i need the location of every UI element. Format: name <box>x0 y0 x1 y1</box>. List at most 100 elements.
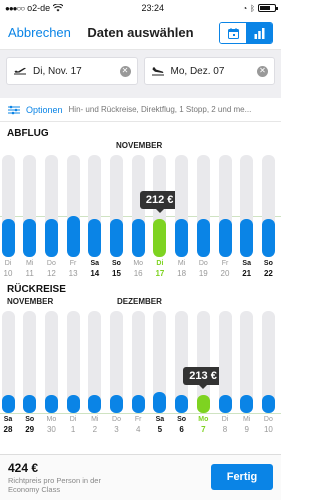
bar-fill <box>153 219 167 257</box>
price-bar[interactable] <box>240 155 254 257</box>
clear-return-icon[interactable]: ✕ <box>257 65 268 77</box>
weekday-label: Di <box>221 416 229 423</box>
day-label[interactable]: Mi 11 <box>19 259 41 279</box>
chart-baseline <box>0 413 281 414</box>
day-label[interactable]: Fr 4 <box>127 415 149 435</box>
day-label[interactable]: Mi 9 <box>236 415 258 435</box>
bar-fill <box>131 394 145 413</box>
day-label[interactable]: Di 10 <box>0 259 19 279</box>
price-bar[interactable] <box>261 311 275 413</box>
price-bar[interactable] <box>110 311 123 413</box>
bar-fill <box>44 394 58 413</box>
price-bar[interactable] <box>66 155 80 257</box>
price-bar[interactable] <box>240 311 254 413</box>
month-label: NOVEMBER <box>7 297 54 306</box>
weekday-label: Mo <box>133 260 144 267</box>
clock: 23:24 <box>141 3 165 13</box>
day-label[interactable]: Fr 20 <box>214 259 236 279</box>
price-bar[interactable] <box>66 311 80 413</box>
day-label[interactable]: Fr 13 <box>62 259 84 279</box>
price-bar[interactable] <box>1 311 15 413</box>
bar-fill <box>175 394 189 413</box>
day-number: 7 <box>201 425 206 434</box>
price-bar[interactable] <box>1 155 15 257</box>
price-bar[interactable] <box>261 155 275 257</box>
price-bar[interactable] <box>23 155 37 257</box>
bar-fill <box>240 219 254 257</box>
price-bar[interactable] <box>110 155 123 257</box>
price-bar[interactable] <box>175 311 189 413</box>
outbound-bars: 212 € <box>0 152 281 257</box>
day-label[interactable]: So 29 <box>19 415 41 435</box>
price-bar[interactable] <box>218 311 232 413</box>
price-bar[interactable] <box>196 155 210 257</box>
bar-fill <box>66 394 80 413</box>
bar-fill <box>44 219 58 257</box>
day-number: 13 <box>68 269 78 278</box>
outbound-date-field[interactable]: Di, Nov. 17 ✕ <box>6 57 138 85</box>
price-bar[interactable] <box>88 311 102 413</box>
plane-departure-icon <box>14 67 26 75</box>
bar-fill <box>175 219 189 257</box>
day-label[interactable]: Sa 28 <box>0 415 19 435</box>
day-label[interactable]: Mo 7 <box>192 415 214 435</box>
day-label[interactable]: Di 1 <box>62 415 84 435</box>
weekday-label: Sa <box>90 260 100 267</box>
day-label[interactable]: Di 17 <box>149 259 171 279</box>
price-bar[interactable] <box>88 155 102 257</box>
return-bars: 213 € <box>0 308 281 414</box>
price-bar[interactable] <box>23 311 37 413</box>
day-label[interactable]: Sa 5 <box>149 415 171 435</box>
day-label[interactable]: Sa 21 <box>236 259 258 279</box>
weekday-label: Mi <box>25 260 34 267</box>
day-label[interactable]: Do 12 <box>40 259 62 279</box>
day-label[interactable]: Mi 2 <box>84 415 106 435</box>
bar-fill <box>1 219 15 257</box>
price-bar[interactable] <box>44 155 58 257</box>
day-label[interactable]: So 6 <box>171 415 193 435</box>
day-number: 8 <box>222 425 228 434</box>
day-label[interactable]: Mo 30 <box>40 415 62 435</box>
day-number: 3 <box>114 425 119 434</box>
price-bar[interactable] <box>131 311 145 413</box>
weekday-label: Fr <box>134 416 142 423</box>
price-bar[interactable] <box>218 155 232 257</box>
day-label[interactable]: Mi 18 <box>171 259 193 279</box>
selected-price-tooltip: 212 € <box>139 191 180 214</box>
day-number: 18 <box>177 269 187 278</box>
day-label[interactable]: Di 8 <box>214 415 236 435</box>
day-label[interactable]: So 22 <box>257 259 279 279</box>
bar-fill <box>1 394 15 413</box>
day-label[interactable]: So 15 <box>106 259 128 279</box>
day-label[interactable]: Do 3 <box>106 415 128 435</box>
done-button[interactable]: Fertig <box>211 464 273 490</box>
price-bar[interactable] <box>175 155 189 257</box>
price-bar[interactable] <box>153 311 167 413</box>
wifi-icon <box>53 4 64 12</box>
cancel-button[interactable]: Abbrechen <box>8 25 71 40</box>
options-row[interactable]: Optionen Hin- und Rückreise, Direktflug,… <box>0 98 281 122</box>
day-label[interactable]: Mo 16 <box>127 259 149 279</box>
day-number: 11 <box>25 269 34 278</box>
price-bar[interactable] <box>44 311 58 413</box>
day-label[interactable]: Do 10 <box>257 415 279 435</box>
day-label[interactable]: Sa 14 <box>84 259 106 279</box>
bar-fill <box>66 216 80 257</box>
return-date-field[interactable]: Mo, Dez. 07 ✕ <box>143 57 275 85</box>
return-month-row: NOVEMBER DEZEMBER <box>0 296 281 308</box>
options-summary: Hin- und Rückreise, Direktflug, 1 Stopp,… <box>68 105 252 114</box>
outbound-month-row: NOVEMBER <box>0 140 281 152</box>
carrier-label: o2-de <box>27 3 51 13</box>
calendar-view-button[interactable] <box>220 23 246 43</box>
day-label[interactable]: Do 19 <box>192 259 214 279</box>
weekday-label: So <box>263 260 273 267</box>
options-label: Optionen <box>26 104 63 115</box>
clear-outbound-icon[interactable]: ✕ <box>119 65 131 77</box>
day-number: 30 <box>46 425 56 434</box>
price-bar[interactable] <box>196 311 210 413</box>
chart-view-button[interactable] <box>246 23 272 43</box>
nav-header: Abbrechen Daten auswählen <box>0 16 281 50</box>
bar-fill <box>261 219 275 257</box>
day-number: 14 <box>90 269 100 278</box>
weekday-label: Sa <box>155 416 165 423</box>
